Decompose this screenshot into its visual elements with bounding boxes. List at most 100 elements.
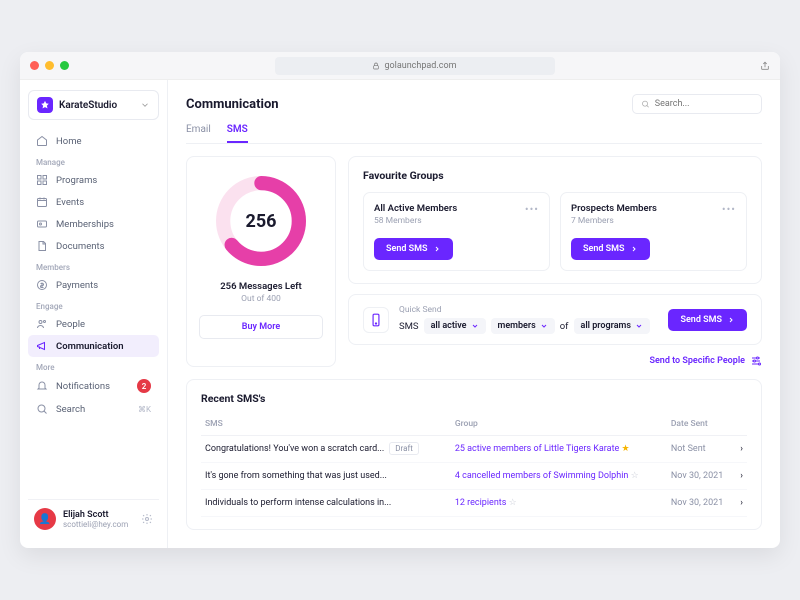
table-row[interactable]: Individuals to perform intense calculati… — [201, 490, 747, 517]
chevron-right-icon — [433, 245, 441, 253]
table-row[interactable]: Congratulations! You've won a scratch ca… — [201, 436, 747, 463]
share-icon[interactable] — [760, 61, 770, 71]
section-manage: Manage — [28, 152, 159, 169]
nav-documents[interactable]: Documents — [28, 235, 159, 257]
people-icon — [36, 318, 48, 330]
messages-left-label: 256 Messages Left — [199, 281, 323, 292]
star-icon: ★ — [622, 444, 630, 454]
send-sms-button[interactable]: Send SMS — [374, 238, 453, 260]
chevron-down-icon — [140, 100, 150, 110]
chevron-right-icon — [727, 316, 735, 324]
send-specific-link[interactable]: Send to Specific People — [348, 355, 762, 367]
phone-icon — [363, 307, 389, 333]
nav-home-label: Home — [56, 136, 82, 147]
recent-sms-table: SMS Group Date Sent Congratulations! You… — [201, 413, 747, 517]
chevron-right-icon — [630, 245, 638, 253]
sliders-icon — [750, 355, 762, 367]
buy-more-button[interactable]: Buy More — [199, 315, 323, 339]
org-logo-icon — [37, 97, 53, 113]
nav-search[interactable]: Search⌘K — [28, 398, 159, 420]
user-block[interactable]: 👤 Elijah Scott scottieli@hey.com — [28, 499, 159, 538]
quick-send-label: Quick Send — [399, 305, 658, 315]
quick-send-button[interactable]: Send SMS — [668, 309, 747, 331]
nav-memberships[interactable]: Memberships — [28, 213, 159, 235]
col-date: Date Sent — [667, 413, 735, 436]
url-box[interactable]: golaunchpad.com — [275, 57, 555, 75]
nav-people[interactable]: People — [28, 313, 159, 335]
group-name: Prospects Members — [571, 203, 657, 214]
lock-icon — [372, 62, 380, 70]
col-group: Group — [451, 413, 667, 436]
nav-home[interactable]: Home — [28, 130, 159, 152]
recent-sms-title: Recent SMS's — [201, 392, 747, 405]
tab-sms[interactable]: SMS — [227, 118, 248, 143]
home-icon — [36, 135, 48, 147]
quick-send-card: Quick Send SMS all active members of all… — [348, 294, 762, 345]
filter-programs[interactable]: all programs — [574, 318, 651, 334]
section-more: More — [28, 357, 159, 374]
draft-badge: Draft — [389, 442, 419, 455]
grid-icon — [36, 174, 48, 186]
tabs: Email SMS — [186, 118, 762, 144]
url-text: golaunchpad.com — [384, 61, 456, 71]
megaphone-icon — [36, 340, 48, 352]
messages-total: Out of 400 — [199, 294, 323, 304]
nav-notifications[interactable]: Notifications2 — [28, 374, 159, 398]
page-title: Communication — [186, 97, 279, 112]
app-window: golaunchpad.com KarateStudio Home Manage… — [20, 52, 780, 548]
more-icon[interactable]: ••• — [722, 203, 736, 216]
nav-payments[interactable]: Payments — [28, 274, 159, 296]
group-name: All Active Members — [374, 203, 457, 214]
tab-email[interactable]: Email — [186, 118, 211, 143]
chevron-right-icon: › — [735, 463, 747, 490]
star-outline-icon: ☆ — [631, 471, 639, 481]
nav-events[interactable]: Events — [28, 191, 159, 213]
star-outline-icon: ☆ — [509, 498, 517, 508]
traffic-light-minimize[interactable] — [45, 61, 54, 70]
chevron-right-icon: › — [735, 490, 747, 517]
gear-icon[interactable] — [141, 513, 153, 525]
org-switcher[interactable]: KarateStudio — [28, 90, 159, 120]
filter-status[interactable]: all active — [424, 318, 486, 334]
org-name: KarateStudio — [59, 100, 117, 111]
table-row[interactable]: It's gone from something that was just u… — [201, 463, 747, 490]
section-members: Members — [28, 257, 159, 274]
chevron-right-icon: › — [735, 436, 747, 463]
col-sms: SMS — [201, 413, 451, 436]
filter-type[interactable]: members — [491, 318, 555, 334]
send-sms-button[interactable]: Send SMS — [571, 238, 650, 260]
user-email: scottieli@hey.com — [63, 520, 128, 529]
more-icon[interactable]: ••• — [525, 203, 539, 216]
sidebar: KarateStudio Home Manage Programs Events… — [20, 80, 168, 548]
calendar-icon — [36, 196, 48, 208]
search-shortcut: ⌘K — [138, 405, 151, 414]
group-card-prospects: Prospects Members 7 Members ••• Send SMS — [560, 192, 747, 271]
dollar-icon — [36, 279, 48, 291]
search-input[interactable] — [655, 99, 753, 109]
nav-communication[interactable]: Communication — [28, 335, 159, 357]
traffic-light-close[interactable] — [30, 61, 39, 70]
card-icon — [36, 218, 48, 230]
bell-icon — [36, 380, 48, 392]
search-icon — [36, 403, 48, 415]
messages-left-card: 256 256 Messages Left Out of 400 Buy Mor… — [186, 156, 336, 367]
document-icon — [36, 240, 48, 252]
favourite-groups-card: Favourite Groups All Active Members 58 M… — [348, 156, 762, 284]
traffic-light-zoom[interactable] — [60, 61, 69, 70]
titlebar: golaunchpad.com — [20, 52, 780, 80]
quick-send-builder: SMS all active members of all programs — [399, 318, 658, 334]
recent-sms-card: Recent SMS's SMS Group Date Sent Congrat… — [186, 379, 762, 530]
notification-badge: 2 — [137, 379, 151, 393]
main-content: Communication Email SMS 25 — [168, 80, 780, 548]
favourite-groups-title: Favourite Groups — [363, 169, 747, 182]
group-card-active: All Active Members 58 Members ••• Send S… — [363, 192, 550, 271]
avatar: 👤 — [34, 508, 56, 530]
user-name: Elijah Scott — [63, 510, 128, 520]
section-engage: Engage — [28, 296, 159, 313]
search-icon — [641, 99, 650, 109]
group-sub: 58 Members — [374, 216, 457, 226]
group-sub: 7 Members — [571, 216, 657, 226]
nav-programs[interactable]: Programs — [28, 169, 159, 191]
donut-value: 256 — [211, 171, 311, 271]
search-box[interactable] — [632, 94, 762, 114]
